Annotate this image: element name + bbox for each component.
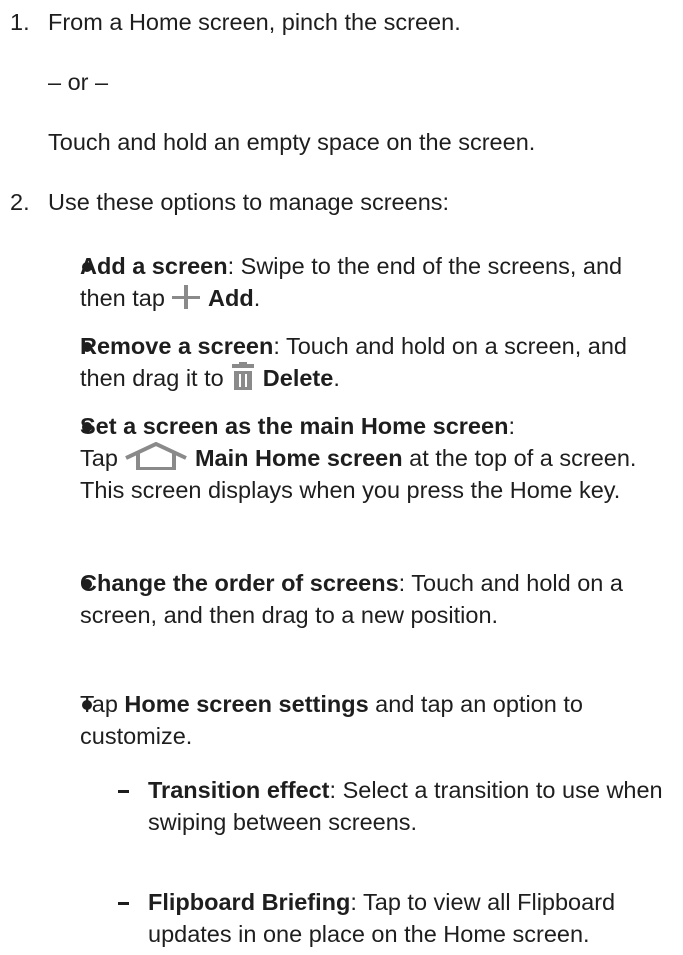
option-term: Add a screen [80, 253, 228, 279]
option-text: Remove a screen: Touch and hold on a scr… [80, 333, 627, 391]
step-number: 2. [10, 189, 30, 215]
option-action: Delete [262, 365, 334, 391]
option-home-screen-settings: Tap Home screen settings and tap an opti… [0, 686, 683, 754]
option-text: Add a screen: Swipe to the end of the sc… [80, 253, 623, 311]
option-add-screen: Add a screen: Swipe to the end of the sc… [0, 248, 683, 316]
dash-marker [118, 790, 129, 793]
trash-icon [232, 362, 255, 390]
setting-flipboard-briefing: Flipboard Briefing: Tap to view all Flip… [0, 884, 683, 952]
option-text: Tap Home screen settings and tap an opti… [80, 691, 583, 749]
dash-marker [118, 902, 129, 905]
option-text: Set a screen as the main Home screen: Ta… [80, 413, 637, 503]
option-term: Set a screen as the main Home screen [80, 413, 509, 439]
option-action: Add [208, 285, 254, 311]
step-number: 1. [10, 9, 30, 35]
option-action: Main Home screen [194, 445, 403, 471]
setting-text: Transition effect: Select a transition t… [148, 777, 663, 835]
plus-icon [172, 285, 201, 309]
setting-text: Flipboard Briefing: Tap to view all Flip… [148, 889, 616, 947]
option-text: Change the order of screens: Touch and h… [80, 570, 623, 628]
setting-transition-effect: Transition effect: Select a transition t… [0, 772, 683, 840]
option-remove-screen: Remove a screen: Touch and hold on a scr… [0, 328, 683, 396]
step-1: 1. From a Home screen, pinch the screen.… [0, 0, 683, 170]
option-term: Change the order of screens [80, 570, 399, 596]
option-term: Remove a screen [80, 333, 274, 359]
or-separator: – or – [48, 69, 109, 95]
option-term: Home screen settings [124, 691, 369, 717]
step-alt-text: Touch and hold an empty space on the scr… [48, 129, 536, 155]
setting-term: Flipboard Briefing [148, 889, 351, 915]
instructions-page: 1. From a Home screen, pinch the screen.… [0, 0, 683, 955]
setting-term: Transition effect [148, 777, 330, 803]
option-set-main-home: Set a screen as the main Home screen: Ta… [0, 408, 683, 538]
option-change-order: Change the order of screens: Touch and h… [0, 565, 683, 665]
step-2: 2. Use these options to manage screens: [0, 178, 683, 218]
home-icon [125, 442, 188, 470]
step-text: From a Home screen, pinch the screen. [48, 9, 461, 35]
step-text: Use these options to manage screens: [48, 189, 450, 215]
